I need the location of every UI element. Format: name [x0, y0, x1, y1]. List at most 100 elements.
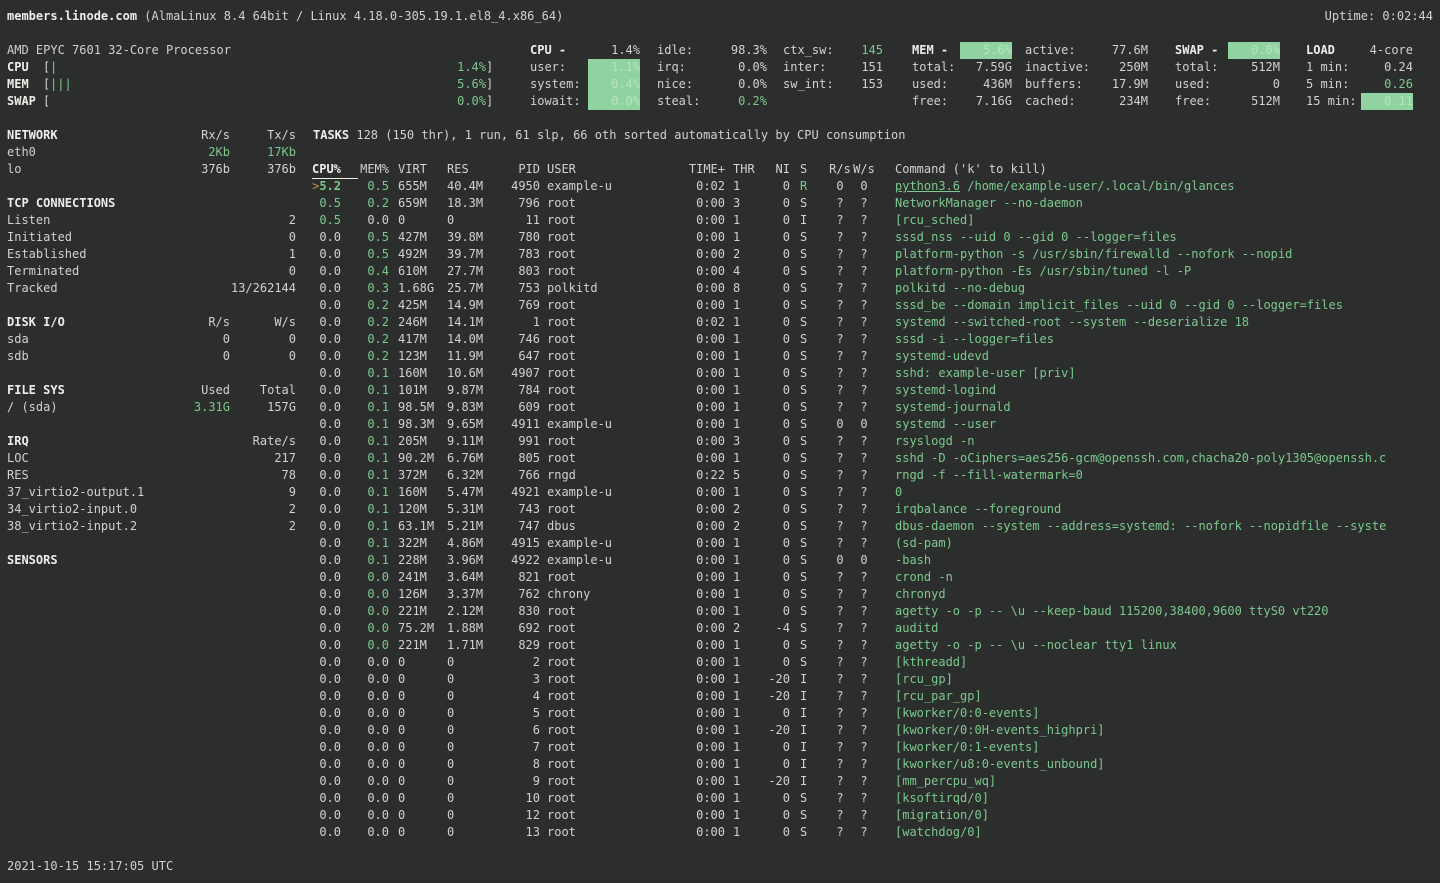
stat-label: total:	[1175, 59, 1218, 76]
command-name: agetty	[895, 638, 938, 652]
state-cell: I	[800, 688, 812, 705]
time-cell: 0:00	[680, 603, 725, 620]
cpu-value: 0.0	[319, 740, 341, 754]
rs-cell: ?	[829, 348, 851, 365]
virt-cell: 98.3M	[398, 416, 442, 433]
stat-value: 153	[831, 76, 883, 93]
thr-cell: 1	[733, 807, 755, 824]
state-cell: S	[800, 297, 812, 314]
stat-label: system:	[530, 76, 581, 93]
command-name: systemd-journald	[895, 400, 1011, 414]
res-cell: 9.11M	[447, 433, 491, 450]
cpu-cell: 0.0	[312, 756, 341, 773]
rs-cell: ?	[829, 518, 851, 535]
ws-cell: ?	[853, 824, 875, 841]
state-cell: I	[800, 722, 812, 739]
virt-cell: 0	[398, 671, 442, 688]
ws-cell: ?	[853, 212, 875, 229]
command-name: 0	[895, 485, 902, 499]
rs-cell: ?	[829, 263, 851, 280]
user-cell: root	[547, 654, 623, 671]
ws-cell: ?	[853, 263, 875, 280]
ni-cell: 0	[760, 382, 790, 399]
mem-cell: 0.0	[360, 824, 389, 841]
ni-cell: 0	[760, 484, 790, 501]
pid-cell: 12	[486, 807, 540, 824]
process-row: 0.00.1372M6.32M766rngd0:2250S??rngd -f -…	[0, 467, 1440, 484]
virt-cell: 0	[398, 739, 442, 756]
virt-cell: 126M	[398, 586, 442, 603]
network-header: NETWORKRx/sTx/s	[0, 127, 1440, 144]
process-row: 0.00.0241M3.64M821root0:0010S??crond -n	[0, 569, 1440, 586]
command-cell: [migration/0]	[895, 807, 989, 824]
glances-terminal[interactable]: members.linode.com (AlmaLinux 8.4 64bit …	[0, 0, 1440, 883]
state-cell: S	[800, 501, 812, 518]
command-cell: [mm_percpu_wq]	[895, 773, 996, 790]
stat-value: 17.9M	[1096, 76, 1148, 93]
res-cell: 3.37M	[447, 586, 491, 603]
command-cell: [kworker/0:1-events]	[895, 739, 1040, 756]
pid-cell: 783	[486, 246, 540, 263]
time-cell: 0:00	[680, 263, 725, 280]
command-cell: [rcu_par_gp]	[895, 688, 982, 705]
mem-cell: 0.1	[360, 416, 389, 433]
summary-row: system:0.4%nice:0.0%sw_int:153used:436Mb…	[0, 76, 1440, 93]
pid-cell: 4921	[486, 484, 540, 501]
rs-cell: ?	[829, 722, 851, 739]
command-cell: python3.6 /home/example-user/.local/bin/…	[895, 178, 1235, 195]
mem-cell: 0.1	[360, 382, 389, 399]
cpu-cell: 0.5	[312, 212, 341, 229]
command-cell: chronyd	[895, 586, 946, 603]
res-cell: 0	[447, 807, 491, 824]
cpu-cell: 0.0	[312, 399, 341, 416]
virt-cell: 63.1M	[398, 518, 442, 535]
command-cell: rsyslogd -n	[895, 433, 974, 450]
command-name: dbus-daemon	[895, 519, 974, 533]
res-cell: 0	[447, 824, 491, 841]
ws-cell: ?	[853, 399, 875, 416]
command-name: auditd	[895, 621, 938, 635]
process-row: 0.00.1120M5.31M743root0:0020S??irqbalanc…	[0, 501, 1440, 518]
state-cell: S	[800, 552, 812, 569]
process-row: 0.00.1228M3.96M4922example-u0:0010S00-ba…	[0, 552, 1440, 569]
user-cell: root	[547, 739, 623, 756]
stat-value: 436M	[960, 76, 1012, 93]
thr-cell: 2	[733, 501, 755, 518]
process-row: 0.00.198.3M9.65M4911example-u0:0010S00sy…	[0, 416, 1440, 433]
time-cell: 0:00	[680, 637, 725, 654]
ws-cell: ?	[853, 739, 875, 756]
ni-cell: -4	[760, 620, 790, 637]
cpu-value: 0.0	[319, 247, 341, 261]
command-args: /home/example-user/.local/bin/glances	[960, 179, 1235, 193]
ws-cell: ?	[853, 467, 875, 484]
mem-cell: 0.0	[360, 586, 389, 603]
summary-row: user:1.1%irq:0.0%inter:151total:7.59Gina…	[0, 59, 1440, 76]
pid-cell: 743	[486, 501, 540, 518]
pid-cell: 796	[486, 195, 540, 212]
thr-cell: 1	[733, 739, 755, 756]
command-args: --user	[946, 417, 997, 431]
thr-cell: 3	[733, 195, 755, 212]
time-cell: 0:00	[680, 535, 725, 552]
virt-cell: 120M	[398, 501, 442, 518]
command-cell: [kworker/0:0-events]	[895, 705, 1040, 722]
time-cell: 0:00	[680, 552, 725, 569]
ws-cell: ?	[853, 246, 875, 263]
pid-cell: 1	[486, 314, 540, 331]
command-args: -D -oCiphers=aes256-gcm@openssh.com,chac…	[924, 451, 1386, 465]
ws-cell: ?	[853, 450, 875, 467]
command-name: systemd	[895, 315, 946, 329]
ni-cell: 0	[760, 365, 790, 382]
res-cell: 0	[447, 654, 491, 671]
cpu-cell: 0.0	[312, 807, 341, 824]
cpu-cell: 0.0	[312, 586, 341, 603]
pid-cell: 5	[486, 705, 540, 722]
ni-cell: 0	[760, 348, 790, 365]
time-cell: 0:02	[680, 314, 725, 331]
thr-cell: 1	[733, 569, 755, 586]
user-cell: root	[547, 620, 623, 637]
cpu-cell: 0.0	[312, 501, 341, 518]
process-row: 0.00.163.1M5.21M747dbus0:0020S??dbus-dae…	[0, 518, 1440, 535]
ni-cell: -20	[760, 773, 790, 790]
command-cell: sssd -i --logger=files	[895, 331, 1054, 348]
